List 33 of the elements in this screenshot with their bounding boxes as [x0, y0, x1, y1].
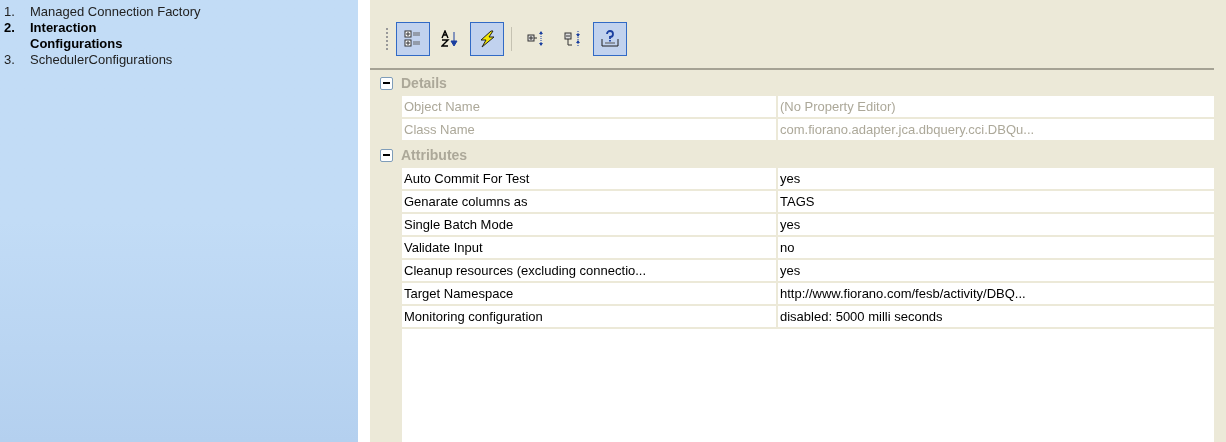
step-label[interactable]: Managed Connection Factory: [30, 4, 201, 20]
expand-all-icon: [527, 30, 545, 48]
sort-alphabetical-icon: [441, 30, 459, 48]
section-title: Details: [401, 73, 447, 93]
property-value[interactable]: disabled: 5000 milli seconds: [778, 306, 1214, 327]
property-name: Genarate columns as: [402, 191, 778, 212]
property-value[interactable]: no: [778, 237, 1214, 258]
categorized-list-icon: [404, 30, 422, 48]
section-title: Attributes: [401, 145, 468, 165]
property-name: Single Batch Mode: [402, 214, 778, 235]
collapse-toggle[interactable]: [380, 148, 393, 162]
step-number: 1.: [4, 4, 16, 20]
property-value[interactable]: yes: [778, 168, 1214, 189]
property-value[interactable]: http://www.fiorano.com/fesb/activity/DBQ...: [778, 283, 1214, 304]
step-label[interactable]: Interaction Configurations: [30, 20, 180, 52]
property-name: Class Name: [402, 119, 778, 140]
property-name: Monitoring configuration: [402, 306, 778, 327]
step-number: 3.: [4, 52, 16, 68]
toolbar-button[interactable]: [593, 22, 627, 56]
property-name: Target Namespace: [402, 283, 778, 304]
property-name: Object Name: [402, 96, 778, 117]
property-value[interactable]: yes: [778, 260, 1214, 281]
property-name: Validate Input: [402, 237, 778, 258]
collapse-all-icon: [564, 30, 582, 48]
property-value[interactable]: yes: [778, 214, 1214, 235]
property-name: Cleanup resources (excluding connectio...: [402, 260, 778, 281]
step-number: 2.: [4, 20, 16, 36]
property-name: Auto Commit For Test: [402, 168, 778, 189]
toolbar-grip: [386, 28, 389, 50]
collapse-toggle[interactable]: [380, 76, 393, 90]
property-value[interactable]: TAGS: [778, 191, 1214, 212]
help-icon: [601, 30, 619, 48]
step-label[interactable]: SchedulerConfigurations: [30, 52, 173, 68]
